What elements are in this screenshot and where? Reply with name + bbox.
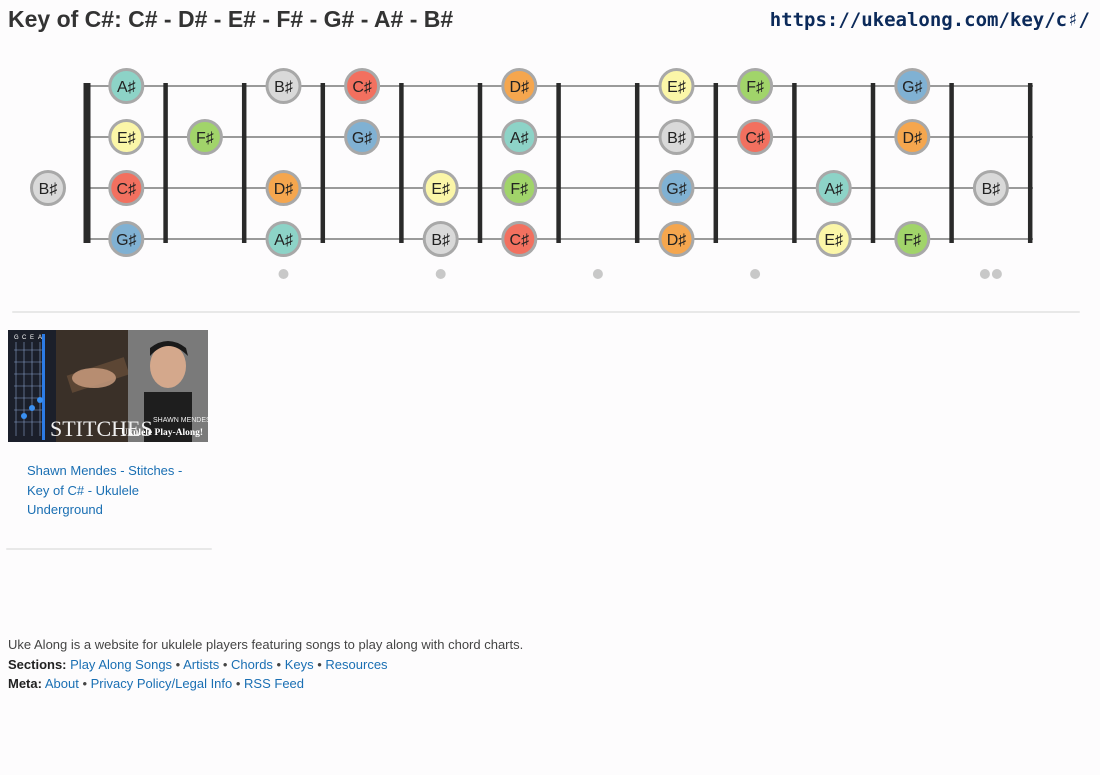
thumb-tuning-label: C <box>22 335 27 341</box>
note-label: C♯ <box>510 232 530 249</box>
thumb-accent <box>42 334 45 440</box>
note-label: D♯ <box>667 232 687 249</box>
note-label: B♯ <box>667 130 686 147</box>
footer-separator: • <box>78 676 91 691</box>
inlay-dot <box>592 269 603 279</box>
note-label: G♯ <box>116 232 136 249</box>
note-label: B♯ <box>431 232 450 249</box>
inlay-dot <box>979 269 990 279</box>
note-label: E♯ <box>667 79 686 96</box>
note-label: C♯ <box>352 79 372 96</box>
note-label: D♯ <box>903 130 923 147</box>
video-thumbnail[interactable]: GCEA STITCHES SHAWN MENDES Ukulele Play-… <box>8 330 208 442</box>
thumb-dot <box>37 397 43 403</box>
footer-sections-links: Play Along Songs • Artists • Chords • Ke… <box>70 657 387 672</box>
footer-description: Uke Along is a website for ukulele playe… <box>8 637 524 652</box>
footer-link-chords[interactable]: Chords <box>231 657 273 672</box>
footer-sections-label: Sections: <box>8 656 67 672</box>
inlay-dot <box>435 269 446 279</box>
note-label: E♯ <box>824 232 843 249</box>
footer-separator: • <box>272 656 285 672</box>
footer-sections: Sections: Play Along Songs • Artists • C… <box>8 655 523 675</box>
thumb-dot <box>29 405 35 411</box>
note-label: A♯ <box>274 232 293 249</box>
note-label: G♯ <box>666 181 686 198</box>
note-label: B♯ <box>274 79 293 96</box>
footer-separator: • <box>313 656 326 672</box>
note-label: C♯ <box>745 130 765 147</box>
footer-separator: • <box>232 676 245 691</box>
note-label: B♯ <box>982 181 1001 198</box>
footer-link-about[interactable]: About <box>45 676 79 691</box>
footer-link-keys[interactable]: Keys <box>285 657 314 672</box>
footer-link-privacy-policy-legal-info[interactable]: Privacy Policy/Legal Info <box>91 676 233 691</box>
footer-separator: • <box>219 656 232 672</box>
footer-meta-label: Meta: <box>8 676 42 691</box>
note-label: C♯ <box>117 181 137 198</box>
note-label: A♯ <box>510 130 529 147</box>
note-label: A♯ <box>824 181 843 198</box>
thumb-tuning-label: G <box>14 335 19 341</box>
thumb-tuning-label: A <box>38 335 42 341</box>
note-label: D♯ <box>510 79 530 96</box>
fretboard-diagram: B♯ A♯ E♯ C♯ G♯ F♯ B♯ D♯ A♯ C♯ G♯ E♯ B♯ D♯ A♯ F♯ C♯ E♯ B♯ G♯… <box>30 68 1033 279</box>
note-label: G♯ <box>902 79 922 96</box>
video-link[interactable]: Shawn Mendes - Stitches - Key of C# - Uk… <box>27 461 197 520</box>
note-label: E♯ <box>431 181 450 198</box>
page-url: https://ukealong.com/key/c♯/ <box>769 9 1090 31</box>
video-card[interactable]: GCEA STITCHES SHAWN MENDES Ukulele Play-… <box>8 330 208 442</box>
note-label: E♯ <box>117 130 136 147</box>
note-label: A♯ <box>117 79 136 96</box>
thumb-artist-text: SHAWN MENDES <box>153 417 208 424</box>
inlay-dot <box>750 269 761 279</box>
note-label: F♯ <box>746 79 764 96</box>
thumb-tuning-label: E <box>30 335 34 341</box>
footer-meta-links: About • Privacy Policy/Legal Info • RSS … <box>45 676 304 691</box>
card-divider <box>6 548 212 550</box>
inlay-dot <box>991 269 1002 279</box>
footer-link-resources[interactable]: Resources <box>325 657 387 672</box>
note-label: G♯ <box>352 130 372 147</box>
note-label: F♯ <box>196 130 214 147</box>
divider <box>12 311 1080 313</box>
footer-link-rss-feed[interactable]: RSS Feed <box>244 676 304 691</box>
inlay-dot <box>278 269 289 279</box>
footer-link-play-along-songs[interactable]: Play Along Songs <box>70 657 172 672</box>
note-label: B♯ <box>39 181 58 198</box>
note-label: F♯ <box>510 181 528 198</box>
page-title: Key of C#: C# - D# - E# - F# - G# - A# -… <box>8 6 454 32</box>
note-label: F♯ <box>903 232 921 249</box>
thumb-subtitle-text: Ukulele Play-Along! <box>121 428 203 438</box>
footer-separator: • <box>172 656 184 672</box>
footer-link-artists[interactable]: Artists <box>183 657 219 672</box>
footer-meta: Meta: About • Privacy Policy/Legal Info … <box>8 674 523 694</box>
footer: Uke Along is a website for ukulele playe… <box>8 635 523 694</box>
note-label: D♯ <box>274 181 294 198</box>
thumb-dot <box>21 413 27 419</box>
